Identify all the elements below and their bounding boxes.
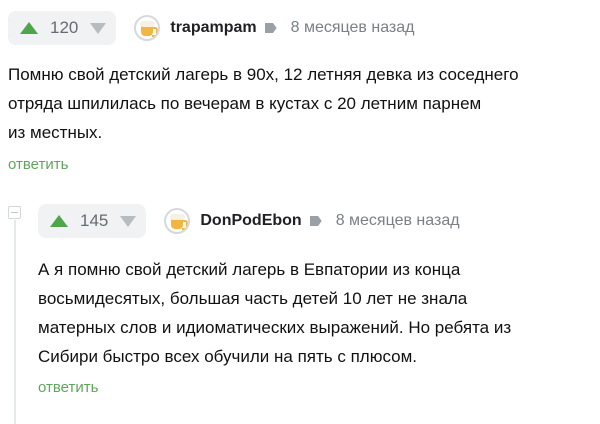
comment-text: Помню свой детский лагерь в 90х, 12 летн… <box>8 60 568 147</box>
comment-text-line: из местных. <box>8 123 103 142</box>
thread-line <box>14 220 16 424</box>
comment: 120 trapampam 8 месяцев назад Помню свой… <box>8 10 600 174</box>
downvote-icon[interactable] <box>90 22 107 34</box>
avatar[interactable] <box>134 15 161 41</box>
username[interactable]: DonPodEbon <box>200 212 301 230</box>
tag-icon[interactable] <box>264 23 277 33</box>
vote-count: 120 <box>50 18 79 37</box>
comment-header: 120 trapampam 8 месяцев назад <box>8 10 600 46</box>
comment-text-line: А я помню свой детский лагерь в Евпатори… <box>38 260 461 279</box>
vote-widget: 145 <box>38 204 147 238</box>
comment-text-line: Сибири быстро всех обучили на пять с плю… <box>38 347 418 366</box>
tag-icon[interactable] <box>309 216 322 226</box>
comment-text: А я помню свой детский лагерь в Евпатори… <box>38 255 578 371</box>
collapse-thread-icon[interactable] <box>8 206 21 219</box>
timestamp[interactable]: 8 месяцев назад <box>336 212 460 230</box>
comment-text-line: отряда шпилилась по вечерам в кустах с 2… <box>8 94 482 113</box>
vote-count: 145 <box>80 211 109 230</box>
reply-link[interactable]: ответить <box>38 379 98 396</box>
vote-widget: 120 <box>8 11 117 45</box>
downvote-icon[interactable] <box>120 215 137 227</box>
upvote-icon[interactable] <box>50 215 68 227</box>
comment-text-line: матерных слов и идиоматических выражений… <box>38 318 512 337</box>
mug-handle-icon <box>152 27 159 37</box>
comment-text-line: восьмидесятых, большая часть детей 10 ле… <box>38 289 468 308</box>
avatar[interactable] <box>164 208 191 234</box>
comment: 145 DonPodEbon 8 месяцев назад А я помню… <box>38 203 600 397</box>
mug-handle-icon <box>182 220 189 230</box>
timestamp[interactable]: 8 месяцев назад <box>291 19 415 37</box>
comment-text-line: Помню свой детский лагерь в 90х, 12 летн… <box>8 65 519 84</box>
comment-header: 145 DonPodEbon 8 месяцев назад <box>38 203 600 239</box>
upvote-icon[interactable] <box>20 22 38 34</box>
reply-link[interactable]: ответить <box>8 156 68 173</box>
username[interactable]: trapampam <box>170 19 256 37</box>
